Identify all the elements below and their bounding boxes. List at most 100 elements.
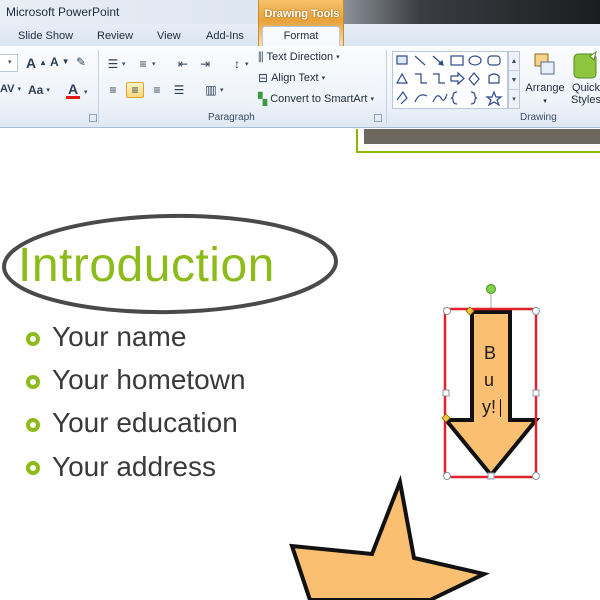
bullet-item-name[interactable]: Your name [52, 321, 186, 353]
numbering-icon: ≡ [139, 57, 147, 71]
gallery-more-icon[interactable]: ▾ [509, 90, 519, 109]
arrow-text-line-3[interactable]: y! [482, 397, 496, 418]
pentagon-icon [488, 73, 500, 84]
shapes-gallery-scroll[interactable]: ▲ ▼ ▾ [508, 51, 520, 109]
align-text-label: Align Text [271, 72, 319, 84]
numbering-button[interactable]: ≡ [134, 56, 152, 72]
text-direction-label: Text Direction [266, 51, 334, 63]
tab-review[interactable]: Review [97, 30, 133, 42]
arrow-text-line-1[interactable]: B [484, 343, 496, 364]
gallery-scroll-up-icon[interactable]: ▲ [509, 52, 519, 71]
resize-handle-icon [532, 307, 540, 315]
grow-font-button[interactable]: A ▲ [26, 56, 47, 70]
drawing-group-label: Drawing [520, 112, 557, 123]
group-separator [98, 50, 99, 124]
decrease-indent-button[interactable]: ⇤ [174, 56, 192, 72]
dropdown-arrow-icon: ▾ [17, 86, 21, 93]
columns-button[interactable]: ▥ [202, 82, 220, 98]
slide-title[interactable]: Introduction [18, 238, 275, 293]
tab-view[interactable]: View [157, 30, 181, 42]
curve-icon [432, 93, 448, 103]
bullets-dropdown-icon[interactable]: ▾ [122, 60, 126, 68]
text-direction-icon: ⫼ [258, 50, 264, 64]
justify-button[interactable]: ☰ [170, 82, 188, 98]
bullet-item-education[interactable]: Your education [52, 407, 238, 439]
arc-icon [414, 94, 428, 103]
bullet-marker [26, 418, 40, 432]
columns-icon: ▥ [205, 83, 217, 97]
rounded-rectangle-icon [487, 55, 501, 66]
bullets-icon: ☰ [107, 57, 119, 71]
line-spacing-dropdown-icon[interactable]: ▾ [245, 60, 249, 68]
down-arrow-icon: ▼ [61, 57, 70, 66]
align-left-icon: ≡ [109, 83, 117, 97]
align-right-icon: ≡ [153, 83, 161, 97]
resize-handle-icon [532, 389, 540, 397]
font-color-dropdown-icon[interactable]: ▾ [84, 88, 88, 96]
arrow-text-line-2[interactable]: u [484, 370, 494, 391]
resize-handle-icon [443, 307, 451, 315]
align-right-button[interactable]: ≡ [148, 82, 166, 98]
arrange-icon [534, 53, 555, 75]
bullets-button[interactable]: ☰ [104, 56, 122, 72]
resize-handle-icon [442, 389, 450, 397]
smartart-icon: ▚ [258, 92, 268, 106]
rectangle-icon [450, 55, 464, 66]
dropdown-arrow-icon: ▾ [336, 53, 340, 61]
gallery-scroll-down-icon[interactable]: ▼ [509, 71, 519, 90]
grow-font-icon: A [26, 55, 37, 71]
picture-placeholder[interactable] [364, 129, 600, 144]
tab-format[interactable]: Format [262, 26, 340, 46]
star-icon [485, 90, 503, 107]
character-spacing-button[interactable]: AV ▾ [0, 84, 21, 95]
columns-dropdown-icon[interactable]: ▾ [220, 86, 224, 94]
align-text-button[interactable]: ⊟ Align Text ▾ [258, 72, 325, 84]
arrange-label: Arrange [525, 82, 565, 94]
group-separator [386, 50, 387, 124]
font-color-icon: A [67, 81, 79, 97]
align-center-button[interactable]: ≡ [126, 82, 144, 98]
justify-icon: ☰ [173, 83, 185, 97]
quick-styles-icon [573, 50, 597, 79]
convert-smartart-button[interactable]: ▚ Convert to SmartArt ▾ [258, 93, 374, 105]
font-color-button[interactable]: A [66, 82, 80, 99]
paragraph-group-label: Paragraph [208, 112, 255, 123]
quick-styles-label-1: Quick [571, 82, 600, 94]
text-direction-button[interactable]: ⫼ Text Direction ▾ [258, 51, 340, 63]
convert-smartart-label: Convert to SmartArt [270, 93, 368, 105]
line-spacing-button[interactable]: ↕ [228, 56, 246, 72]
right-brace-icon [470, 91, 478, 105]
shrink-font-button[interactable]: A ▼ [50, 56, 70, 68]
quick-styles-button[interactable]: Quick Styles [566, 50, 600, 106]
arrange-dropdown-icon: ▾ [543, 98, 547, 105]
shapes-gallery[interactable] [392, 51, 508, 109]
shapes-gallery-icons [395, 55, 503, 107]
align-left-button[interactable]: ≡ [104, 82, 122, 98]
increase-indent-button[interactable]: ⇥ [196, 56, 214, 72]
character-spacing-icon: AV [0, 83, 15, 95]
font-dialog-launcher-icon[interactable] [89, 114, 97, 122]
change-case-button[interactable]: Aa ▾ [28, 84, 50, 96]
font-color-swatch [66, 96, 80, 99]
font-size-dropdown-icon[interactable]: ▾ [8, 58, 12, 66]
bullet-item-hometown[interactable]: Your hometown [52, 364, 246, 396]
numbering-dropdown-icon[interactable]: ▾ [152, 60, 156, 68]
text-cursor [500, 399, 501, 417]
dropdown-arrow-icon: ▾ [46, 86, 50, 94]
tab-add-ins[interactable]: Add-Ins [206, 30, 244, 42]
decrease-indent-icon: ⇤ [177, 57, 189, 71]
freeform-icon [396, 90, 408, 105]
paragraph-dialog-launcher-icon[interactable] [374, 114, 382, 122]
bullet-item-address[interactable]: Your address [52, 451, 216, 483]
clear-formatting-button[interactable]: ✎ [76, 56, 86, 68]
line-icon [414, 55, 426, 66]
star-shape[interactable] [280, 470, 500, 600]
shrink-font-icon: A [50, 55, 59, 69]
bullet-marker [26, 332, 40, 346]
oval-icon [468, 55, 482, 66]
tab-slide-show[interactable]: Slide Show [18, 30, 73, 42]
arrange-button[interactable]: Arrange ▾ [522, 50, 568, 108]
align-text-icon: ⊟ [258, 71, 269, 85]
up-arrow-icon: ▲ [39, 58, 48, 67]
resize-handle-icon [532, 472, 540, 480]
